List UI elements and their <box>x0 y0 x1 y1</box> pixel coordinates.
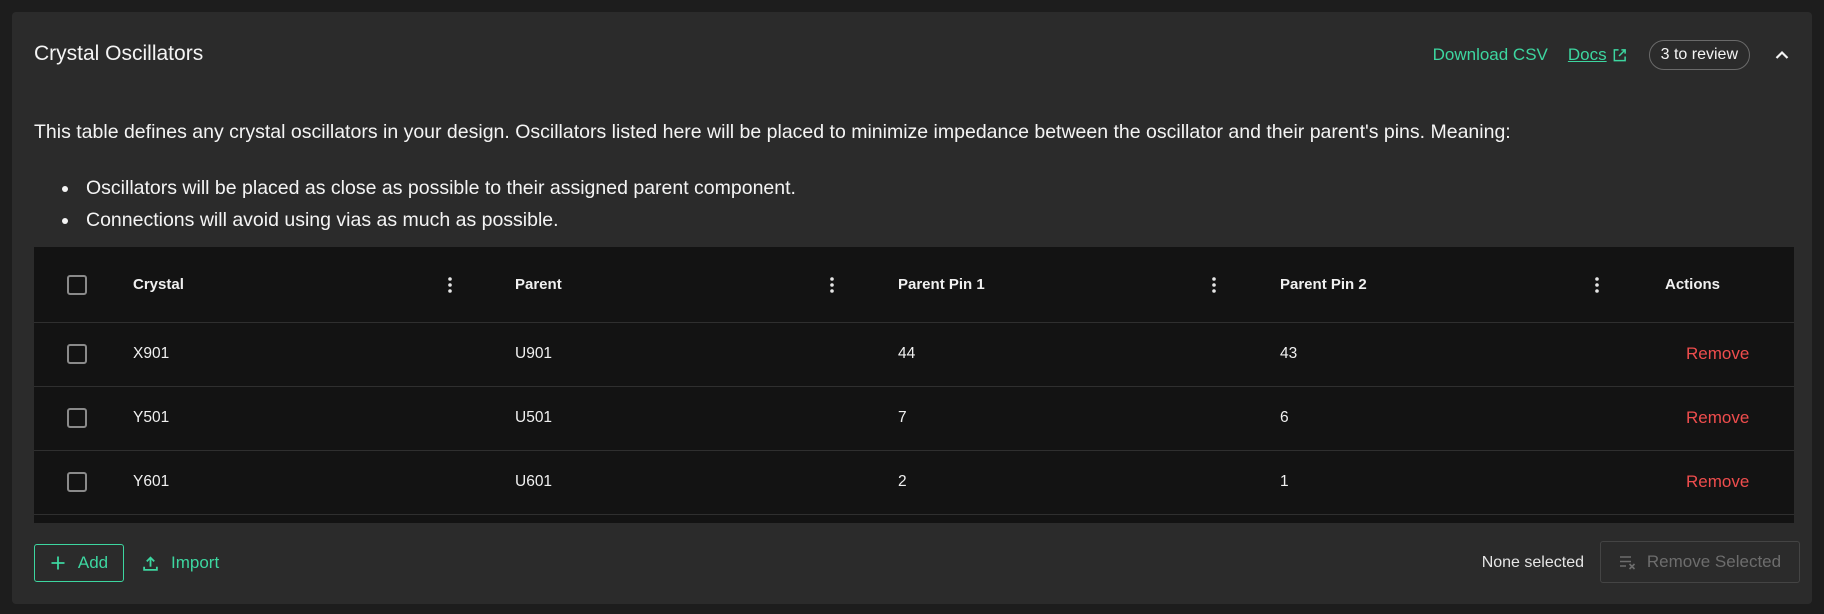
oscillators-table: Crystal Parent Parent Pin 1 Parent Pin 2… <box>34 247 1794 523</box>
cell-parent-pin-2: 1 <box>1280 473 1289 490</box>
download-csv-link[interactable]: Download CSV <box>1433 45 1548 65</box>
bullet-item: Connections will avoid using vias as muc… <box>80 204 796 236</box>
column-header-crystal: Crystal <box>133 276 184 293</box>
cell-parent-pin-1: 2 <box>898 473 907 490</box>
table-row: Y601 U601 2 1 Remove <box>34 450 1794 515</box>
chevron-up-icon <box>1775 50 1789 59</box>
clear-list-icon <box>1619 556 1635 570</box>
column-header-parent-pin-2: Parent Pin 2 <box>1280 276 1367 293</box>
remove-selected-label: Remove Selected <box>1646 552 1782 571</box>
crystal-oscillators-panel: Crystal Oscillators Download CSV Docs 3 … <box>12 12 1812 604</box>
bullet-item: Oscillators will be placed as close as p… <box>80 172 796 204</box>
remove-row-button[interactable]: Remove <box>1686 322 1749 386</box>
plus-icon <box>51 556 65 570</box>
cell-crystal: X901 <box>133 345 170 362</box>
add-button-label: Add <box>77 553 109 572</box>
cell-parent: U601 <box>515 473 553 490</box>
panel-title: Crystal Oscillators <box>34 42 204 65</box>
row-select-cell <box>65 322 89 386</box>
column-header-parent: Parent <box>515 276 562 293</box>
column-header-actions: Actions <box>1665 276 1721 293</box>
remove-row-button[interactable]: Remove <box>1686 386 1749 450</box>
table-row: X901 U901 44 43 Remove <box>34 322 1794 387</box>
collapse-button[interactable] <box>1766 39 1798 71</box>
cell-parent-pin-1: 44 <box>898 345 916 362</box>
select-all-checkbox[interactable] <box>67 274 87 295</box>
row-checkbox[interactable] <box>67 472 87 492</box>
cell-crystal: Y501 <box>133 409 170 426</box>
table-header-row: Crystal Parent Parent Pin 1 Parent Pin 2… <box>34 247 1794 323</box>
review-count-badge: 3 to review <box>1648 40 1750 70</box>
column-menu-icon[interactable] <box>1589 247 1605 322</box>
cell-parent-pin-2: 43 <box>1280 345 1298 362</box>
cell-parent-pin-1: 7 <box>898 409 907 426</box>
docs-link-label: Docs <box>1567 45 1607 64</box>
select-all-cell <box>65 247 89 322</box>
cell-parent: U901 <box>515 345 553 362</box>
row-select-cell <box>65 386 89 450</box>
column-menu-icon[interactable] <box>442 247 458 322</box>
cell-parent: U501 <box>515 409 553 426</box>
add-button[interactable]: Add <box>34 544 124 582</box>
row-checkbox[interactable] <box>67 344 87 364</box>
external-link-icon <box>1613 48 1626 61</box>
description-bullets: Oscillators will be placed as close as p… <box>52 172 796 236</box>
row-checkbox[interactable] <box>67 408 87 428</box>
table-description: This table defines any crystal oscillato… <box>34 121 1511 143</box>
cell-parent-pin-2: 6 <box>1280 409 1289 426</box>
import-button[interactable]: Import <box>142 544 219 582</box>
column-menu-icon[interactable] <box>824 247 840 322</box>
remove-row-button[interactable]: Remove <box>1686 450 1749 514</box>
table-row: Y501 U501 7 6 Remove <box>34 386 1794 451</box>
cell-crystal: Y601 <box>133 473 170 490</box>
row-select-cell <box>65 450 89 514</box>
header-actions: Download CSV Docs 3 to review <box>1433 39 1798 71</box>
panel-header: Crystal Oscillators Download CSV Docs 3 … <box>12 12 1812 96</box>
remove-selected-button[interactable]: Remove Selected <box>1600 541 1800 583</box>
column-header-parent-pin-1: Parent Pin 1 <box>898 276 985 293</box>
docs-link[interactable]: Docs <box>1568 45 1627 65</box>
upload-icon <box>143 555 158 571</box>
import-button-label: Import <box>171 553 220 572</box>
table-footer: Add Import None selected Remove Selected <box>12 541 1812 588</box>
selection-status: None selected <box>1481 554 1584 571</box>
column-menu-icon[interactable] <box>1206 247 1222 322</box>
